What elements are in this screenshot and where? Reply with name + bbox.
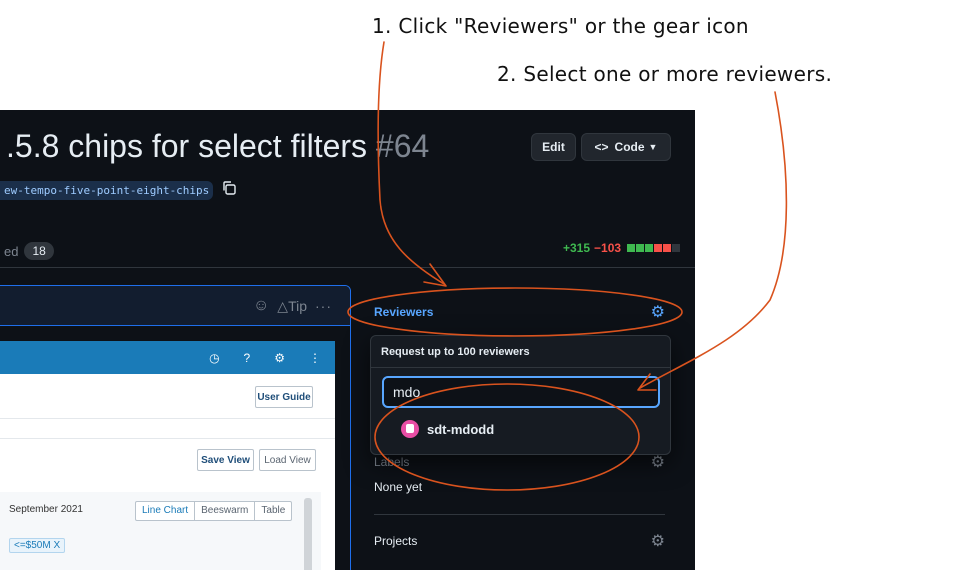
gear-icon: ⚙ bbox=[274, 351, 285, 365]
app-toolbar: ◷ ? ⚙ ⋮ bbox=[0, 341, 335, 374]
date-label: September 2021 bbox=[9, 504, 83, 515]
avatar bbox=[401, 420, 419, 438]
diffstat-additions: +315 bbox=[563, 241, 591, 255]
vertical-dots-icon: ⋮ bbox=[309, 351, 321, 365]
divider bbox=[0, 267, 695, 268]
diffstat-bar bbox=[654, 244, 663, 252]
reviewer-search-input[interactable]: mdo bbox=[382, 376, 660, 408]
reviewer-result-item[interactable]: sdt-mdodd bbox=[401, 420, 494, 438]
diffstat-deletions: −103 bbox=[594, 241, 622, 255]
pr-number: #64 bbox=[375, 128, 430, 164]
alert-icon: △ bbox=[277, 297, 289, 314]
kebab-menu-icon[interactable]: ··· bbox=[315, 298, 332, 314]
divider bbox=[371, 367, 670, 368]
caret-down-icon: ▼ bbox=[648, 142, 658, 152]
labels-label[interactable]: Labels bbox=[374, 455, 409, 469]
gear-icon[interactable]: ⚙ bbox=[651, 452, 665, 472]
tab-files-changed[interactable]: ed 18 bbox=[4, 242, 54, 260]
comment-box: ☺ △Tip ··· ◷ ? ⚙ ⋮ User Guide Save View … bbox=[0, 285, 351, 570]
head-branch-name[interactable]: ew-tempo-five-point-eight-chips bbox=[0, 181, 214, 200]
annotation-step-2: 2. Select one or more reviewers. bbox=[497, 62, 833, 86]
tab-label-fragment: ed bbox=[4, 243, 19, 259]
scrollbar bbox=[304, 498, 312, 570]
diffstat-bars bbox=[627, 244, 681, 252]
save-view-button: Save View bbox=[197, 449, 254, 471]
view-toggle: Line Chart Beeswarm Table bbox=[135, 501, 293, 521]
diffstat-bar bbox=[672, 244, 681, 252]
gear-icon[interactable]: ⚙ bbox=[651, 302, 665, 322]
diffstat-bar bbox=[663, 244, 672, 252]
diffstat-bar bbox=[645, 244, 654, 252]
view-toggle-option: Beeswarm bbox=[195, 502, 256, 520]
projects-label[interactable]: Projects bbox=[374, 534, 417, 548]
pr-title-text: .5.8 chips for select filters bbox=[6, 128, 368, 164]
gear-icon[interactable]: ⚙ bbox=[651, 531, 665, 551]
reviewers-label[interactable]: Reviewers bbox=[374, 305, 433, 319]
comment-header: ☺ △Tip ··· bbox=[0, 286, 350, 326]
copy-icon[interactable] bbox=[221, 180, 237, 196]
diffstat-bar bbox=[636, 244, 645, 252]
annotation-step-1: 1. Click "Reviewers" or the gear icon bbox=[372, 14, 749, 38]
reviewer-result-name: sdt-mdodd bbox=[427, 421, 495, 437]
diffstat: +315 −103 bbox=[563, 241, 681, 255]
tip-label: Tip bbox=[288, 297, 307, 314]
tab-counter: 18 bbox=[24, 242, 54, 260]
clock-icon: ◷ bbox=[209, 351, 220, 365]
view-toggle-option: Line Chart bbox=[136, 502, 196, 520]
github-pr-page: .5.8 chips for select filters #64 Edit <… bbox=[0, 110, 695, 570]
divider bbox=[374, 514, 665, 515]
diffstat-bar bbox=[627, 244, 636, 252]
smiley-icon[interactable]: ☺ bbox=[253, 297, 269, 315]
help-icon: ? bbox=[243, 351, 251, 365]
code-button[interactable]: <> Code ▼ bbox=[581, 133, 671, 161]
popover-title: Request up to 100 reviewers bbox=[381, 346, 530, 358]
view-toggle-option: Table bbox=[261, 505, 286, 516]
code-button-label: Code bbox=[614, 140, 645, 154]
edit-button[interactable]: Edit bbox=[531, 133, 576, 161]
tip-button[interactable]: △Tip bbox=[277, 298, 307, 315]
divider bbox=[0, 418, 335, 419]
embedded-screenshot: ◷ ? ⚙ ⋮ User Guide Save View Load View S… bbox=[0, 341, 335, 570]
labels-value: None yet bbox=[374, 480, 423, 494]
reviewer-popover: Request up to 100 reviewers mdo sdt-mdod… bbox=[370, 335, 671, 455]
filter-chip: <=$50M X bbox=[9, 538, 66, 553]
user-guide-button: User Guide bbox=[255, 386, 313, 408]
code-icon: <> bbox=[594, 140, 609, 154]
load-view-button: Load View bbox=[259, 449, 316, 471]
divider bbox=[0, 438, 335, 439]
page-title: .5.8 chips for select filters #64 bbox=[6, 128, 429, 165]
